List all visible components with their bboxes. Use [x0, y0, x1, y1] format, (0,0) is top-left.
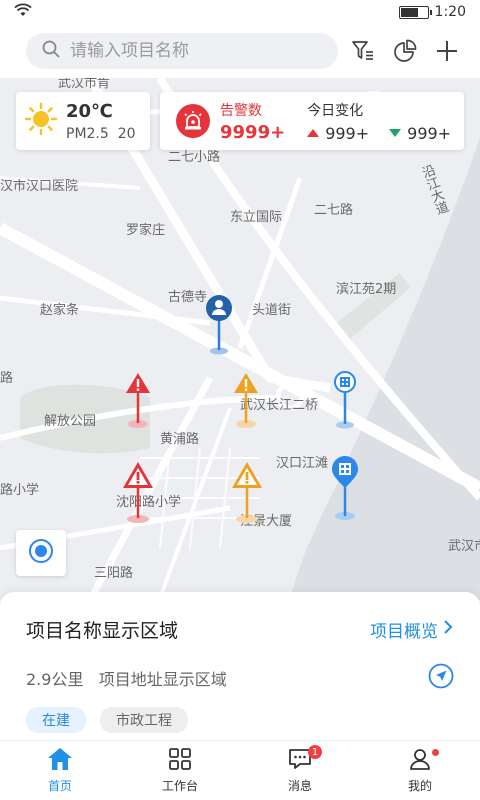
- sun-icon: [24, 102, 58, 140]
- red-alert-marker[interactable]: [121, 460, 155, 528]
- top-bar: [0, 24, 480, 78]
- map-label: 赵家条: [40, 303, 80, 318]
- project-info-card[interactable]: 项目名称显示区域 项目概览 2.9公里 项目地址显示区域 在建 市政工程: [0, 592, 480, 740]
- orange-alert-marker[interactable]: [230, 460, 264, 528]
- grid-icon: [168, 747, 192, 775]
- notification-dot: [432, 749, 439, 756]
- map-label: 二七路: [314, 203, 354, 218]
- home-icon: [47, 747, 73, 775]
- tab-label: 我的: [407, 779, 432, 793]
- project-overview-link[interactable]: 项目概览: [370, 617, 454, 642]
- up-value: 999+: [325, 123, 370, 143]
- map-label: 汉市汉口医院: [0, 179, 79, 194]
- status-time: 1:20: [434, 4, 466, 20]
- tab-label: 消息: [287, 779, 312, 793]
- search-input[interactable]: [70, 41, 310, 61]
- map-label: 罗家庄: [126, 223, 166, 238]
- map-label: 三阳路: [94, 566, 134, 581]
- user-icon: [408, 747, 432, 775]
- locate-icon: [28, 538, 54, 568]
- person-marker[interactable]: [204, 294, 234, 360]
- tab-workbench[interactable]: 工作台: [120, 741, 240, 800]
- category-tag: 市政工程: [100, 707, 188, 733]
- change-title: 今日变化: [307, 102, 364, 119]
- project-address: 项目地址显示区域: [98, 670, 227, 689]
- building-marker[interactable]: [332, 370, 358, 434]
- filter-icon[interactable]: [350, 38, 376, 64]
- add-icon[interactable]: [434, 38, 460, 64]
- red-alert-marker[interactable]: [124, 371, 152, 433]
- search-box[interactable]: [26, 33, 338, 69]
- up-arrow-icon: [307, 129, 320, 137]
- map-label: 路: [0, 371, 14, 386]
- pie-chart-icon[interactable]: [392, 38, 418, 64]
- map-label: 武汉市: [448, 539, 480, 554]
- tab-bar: 首页 工作台 1 消息 我的: [0, 740, 480, 800]
- map-label: 古德寺: [168, 290, 208, 305]
- map-label: 滨江苑2期: [336, 282, 397, 297]
- weather-card: 20℃ PM2.5 20: [16, 92, 150, 150]
- orange-alert-marker[interactable]: [232, 371, 260, 433]
- down-value: 999+: [407, 123, 452, 143]
- battery-icon: [398, 5, 432, 19]
- tab-label: 首页: [47, 779, 72, 793]
- status-bar: 1:20: [0, 0, 480, 24]
- overview-label: 项目概览: [370, 622, 438, 642]
- map-label: 东立国际: [230, 210, 283, 225]
- chevron-right-icon: [442, 619, 454, 640]
- tab-label: 工作台: [161, 779, 198, 793]
- map-label: 武汉市肯: [58, 78, 111, 91]
- siren-icon: [176, 104, 210, 138]
- message-badge: 1: [308, 745, 322, 759]
- project-distance: 2.9公里: [26, 670, 84, 689]
- map-label: 头道街: [252, 303, 292, 318]
- pm-value: 20: [117, 125, 136, 142]
- locate-button[interactable]: [16, 530, 66, 576]
- alarm-card[interactable]: 告警数 9999+ 今日变化 999+ 999+: [160, 92, 464, 150]
- alarm-label: 告警数: [220, 102, 262, 119]
- project-name: 项目名称显示区域: [26, 620, 179, 642]
- status-tag: 在建: [26, 707, 86, 733]
- alarm-count: 9999+: [220, 121, 286, 143]
- temperature: 20℃: [66, 100, 113, 122]
- navigate-icon[interactable]: [428, 663, 454, 693]
- map-label: 路小学: [0, 483, 40, 498]
- tab-mine[interactable]: 我的: [360, 741, 480, 800]
- pm-label: PM2.5: [66, 125, 109, 142]
- tab-home[interactable]: 首页: [0, 741, 120, 800]
- map-label: 黄浦路: [160, 432, 200, 447]
- map-view[interactable]: 武汉市肯 二七小路 汉市汉口医院 东立国际 二七路 罗家庄 沿江大道 古德寺 头…: [0, 78, 480, 600]
- building-marker[interactable]: [330, 456, 360, 526]
- wifi-icon: [14, 3, 32, 21]
- map-label: 解放公园: [44, 414, 97, 429]
- map-label: 汉口江滩: [276, 456, 329, 471]
- down-arrow-icon: [389, 129, 402, 137]
- search-icon: [42, 40, 60, 62]
- tab-messages[interactable]: 1 消息: [240, 741, 360, 800]
